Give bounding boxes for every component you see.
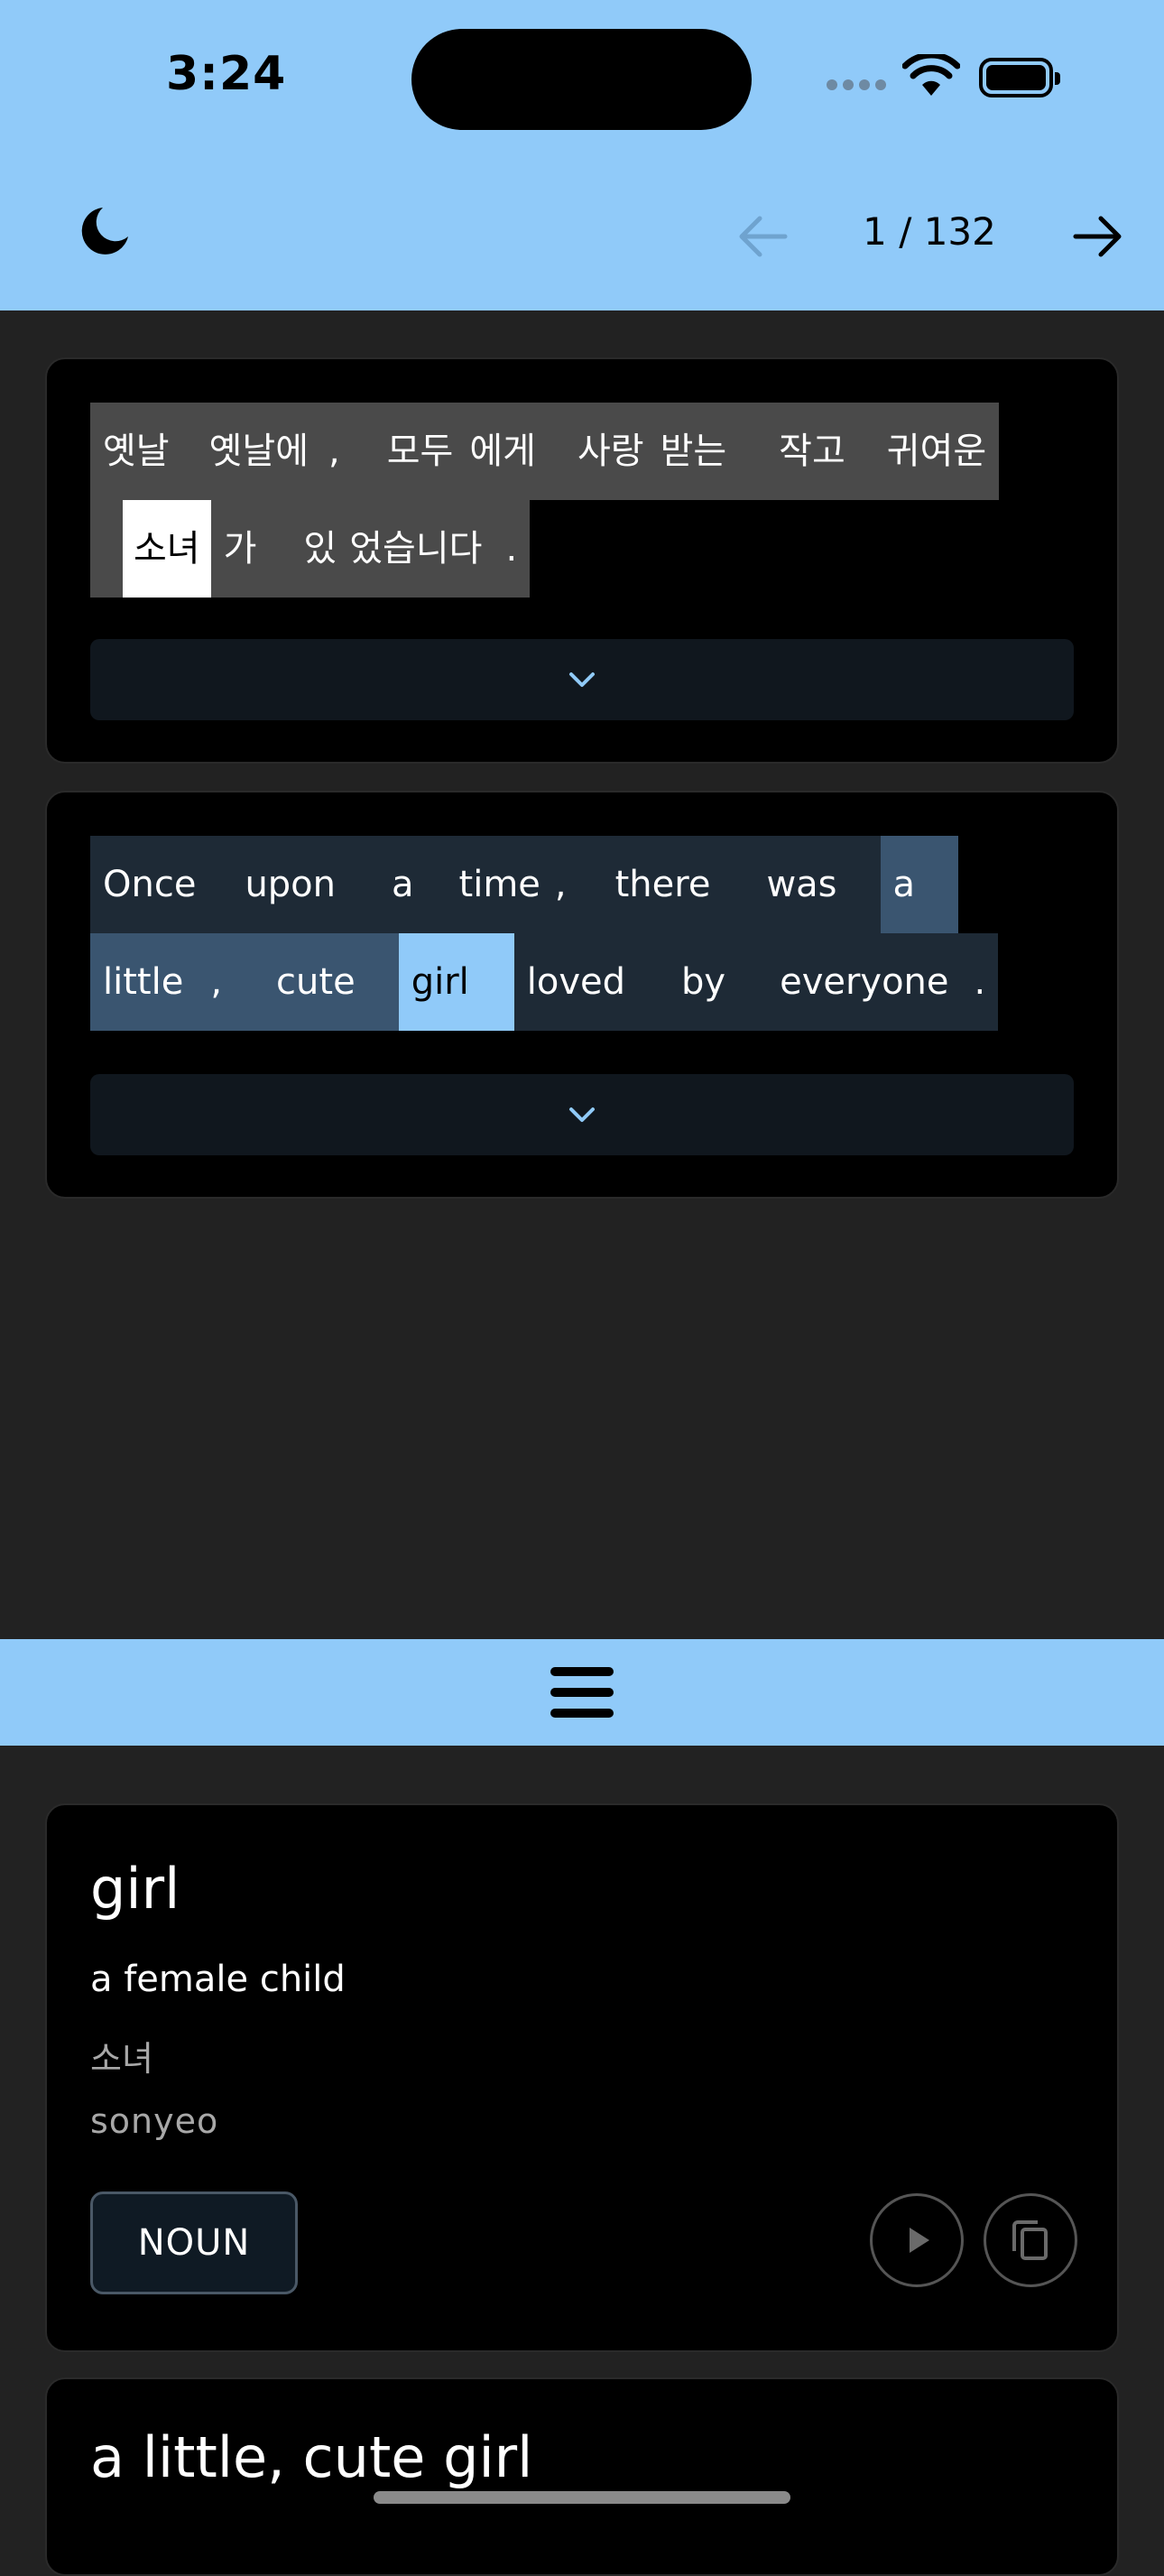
token[interactable]: by [681, 933, 781, 1031]
page-indicator: 1 / 132 [863, 209, 996, 254]
token[interactable]: . [974, 933, 999, 1031]
translation-line-1: Once upon a time , there was a [90, 836, 959, 933]
definition-word: a little, cute girl [90, 2424, 533, 2490]
play-icon [910, 2228, 929, 2253]
moon-icon[interactable] [78, 204, 132, 258]
token[interactable]: 사랑 [577, 403, 661, 500]
token[interactable]: 가 [210, 500, 304, 598]
token[interactable]: there [614, 836, 767, 933]
token[interactable]: 에게 [469, 403, 577, 500]
play-audio-button[interactable] [870, 2193, 964, 2287]
chevron-down-icon [569, 1107, 595, 1122]
token[interactable]: 었습니다 [349, 500, 506, 598]
status-time: 3:24 [166, 47, 287, 101]
token[interactable]: . [505, 500, 531, 598]
expand-button[interactable] [90, 1074, 1074, 1155]
token-phrase-highlight[interactable]: a [880, 836, 959, 933]
token[interactable]: 받는 [660, 403, 780, 500]
token[interactable]: 옛날 [90, 403, 197, 500]
token-spacer [90, 500, 123, 598]
arrow-left-icon[interactable] [736, 213, 789, 260]
wifi-icon [902, 54, 960, 96]
token[interactable]: , [554, 836, 615, 933]
token[interactable]: 있 [303, 500, 350, 598]
cellular-signal-icon [827, 79, 886, 90]
token-phrase-highlight[interactable]: , [210, 933, 277, 1031]
token-selected[interactable]: girl [398, 933, 514, 1031]
source-line-2: 소녀 가 있 었습니다 . [90, 500, 531, 598]
panel-divider-handle[interactable] [0, 1639, 1164, 1746]
definition-card: a little, cute girl [45, 2377, 1119, 2576]
battery-icon [979, 58, 1060, 97]
token[interactable]: everyone [780, 933, 975, 1031]
token-phrase-highlight[interactable]: cute [276, 933, 399, 1031]
token[interactable]: loved [513, 933, 682, 1031]
copy-icon [1012, 2220, 1048, 2260]
token[interactable]: , [328, 403, 387, 500]
token[interactable]: 옛날에 [196, 403, 329, 500]
home-indicator [374, 2491, 790, 2504]
definition-card: girl a female child 소녀 sonyeo NOUN [45, 1803, 1119, 2352]
chevron-down-icon [569, 672, 595, 687]
top-app-bar: 3:24 1 / 132 [0, 0, 1164, 310]
token[interactable]: a [392, 836, 459, 933]
token[interactable]: 모두 [386, 403, 470, 500]
expand-button[interactable] [90, 639, 1074, 720]
token[interactable]: upon [245, 836, 393, 933]
token[interactable]: 귀여운 [886, 403, 1000, 500]
part-of-speech-badge[interactable]: NOUN [90, 2191, 298, 2294]
source-line-1: 옛날 옛날에 , 모두 에게 사랑 받는 작고 귀여운 [90, 403, 1000, 500]
token-selected[interactable]: 소녀 [123, 500, 211, 598]
definition-korean: 소녀 [90, 2039, 153, 2079]
translation-line-2: little , cute girl loved by everyone . [90, 933, 999, 1031]
token[interactable]: Once [90, 836, 245, 933]
copy-button[interactable] [984, 2193, 1077, 2287]
definition-romanization: sonyeo [90, 2101, 219, 2141]
token[interactable]: 작고 [779, 403, 887, 500]
token[interactable]: time [458, 836, 555, 933]
menu-icon [550, 1667, 614, 1718]
translation-sentence-card: Once upon a time , there was a little , … [45, 791, 1119, 1199]
definition-word: girl [90, 1856, 180, 1922]
token-phrase-highlight[interactable]: little [90, 933, 211, 1031]
arrow-right-icon[interactable] [1072, 213, 1124, 260]
token[interactable]: was [766, 836, 881, 933]
source-sentence-card: 옛날 옛날에 , 모두 에게 사랑 받는 작고 귀여운 소녀 가 있 었습니다 … [45, 357, 1119, 764]
dynamic-island [411, 29, 752, 130]
definition-gloss: a female child [90, 1959, 346, 2000]
